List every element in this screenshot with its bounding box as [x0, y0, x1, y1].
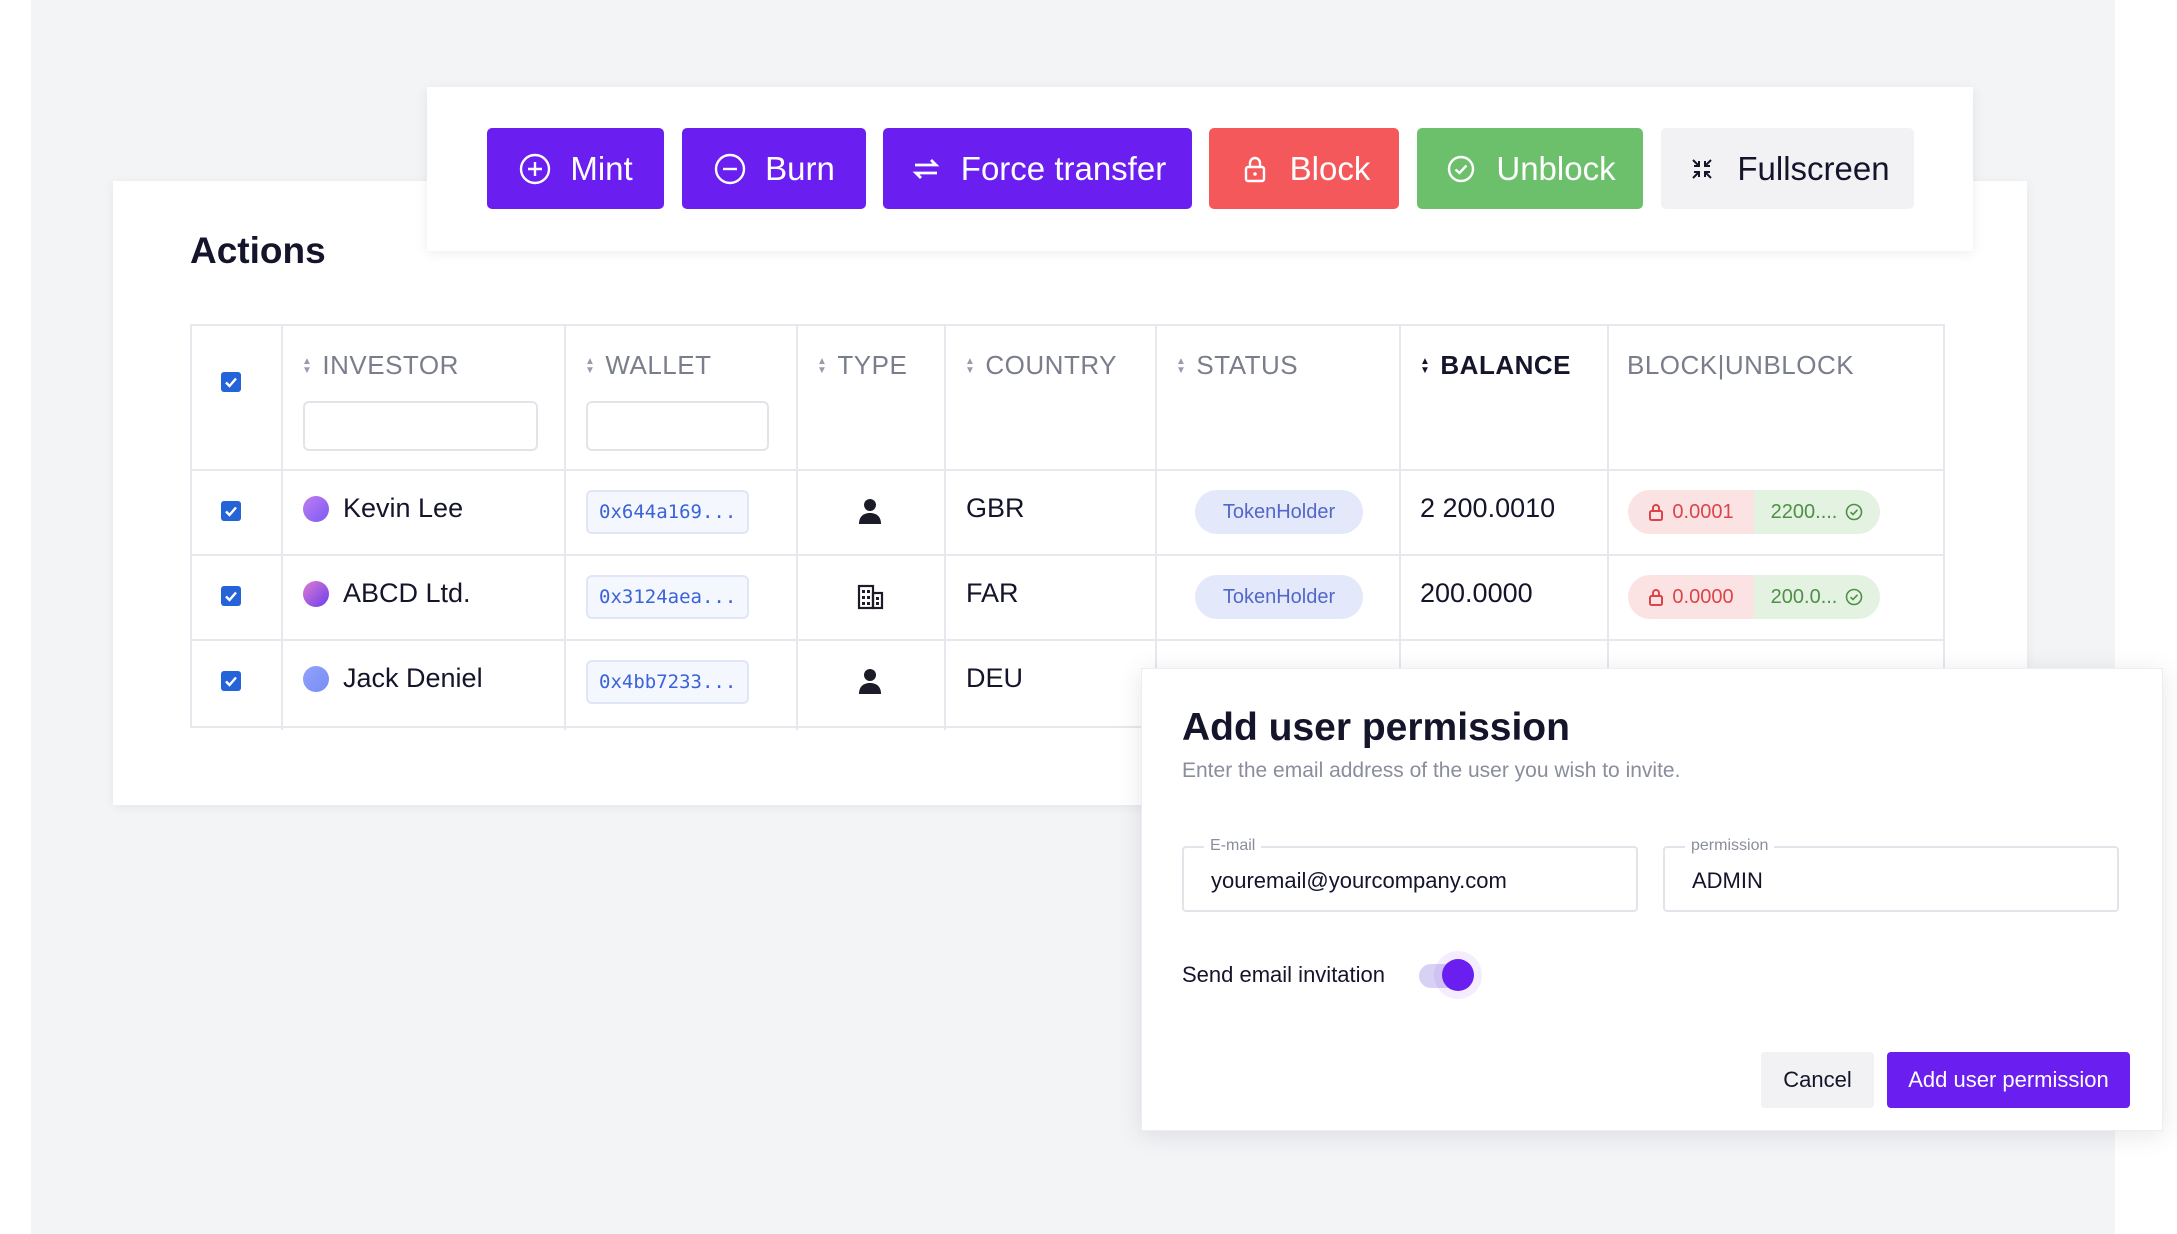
check-circle-icon [1846, 588, 1863, 606]
investor-cell[interactable]: Jack Deniel [303, 663, 483, 694]
lock-icon [1649, 504, 1664, 521]
sort-icon: ▲ ▼ [965, 355, 976, 376]
col-divider [944, 326, 946, 730]
col-divider [564, 326, 566, 730]
avatar [303, 580, 329, 607]
mint-button[interactable]: Mint [487, 128, 664, 209]
sort-icon: ▲ ▼ [1420, 355, 1431, 376]
collapse-arrows-icon [1692, 158, 1713, 179]
fullscreen-button[interactable]: Fullscreen [1661, 128, 1914, 209]
header-country[interactable]: ▲ ▼ COUNTRY [965, 350, 1117, 381]
header-type[interactable]: ▲ ▼ TYPE [817, 350, 907, 381]
force-transfer-button[interactable]: Force transfer [883, 128, 1192, 209]
wallet-chip[interactable]: 0x3124aea... [586, 575, 750, 619]
sort-icon: ▲ ▼ [817, 355, 828, 376]
status-badge: TokenHolder [1195, 575, 1363, 619]
row-divider [192, 639, 1943, 641]
row-divider [192, 554, 1943, 556]
row-checkbox[interactable] [221, 501, 241, 521]
email-label: E-mail [1204, 837, 1262, 855]
block-unblock-pill[interactable]: 0.0000 200.0... [1628, 575, 1880, 619]
add-user-permission-dialog: Add user permission Enter the email addr… [1141, 668, 2163, 1131]
lock-icon [1244, 156, 1265, 182]
wallet-filter-input[interactable] [586, 401, 769, 451]
permission-value[interactable]: ADMIN [1692, 868, 1763, 894]
email-value[interactable]: youremail@yourcompany.com [1211, 868, 1507, 894]
person-icon [859, 499, 881, 524]
unblock-button[interactable]: Unblock [1417, 128, 1643, 209]
wallet-chip[interactable]: 0x644a169... [586, 490, 750, 534]
blocked-amount[interactable]: 0.0001 [1628, 490, 1754, 534]
investor-cell[interactable]: ABCD Ltd. [303, 578, 471, 609]
col-divider [281, 326, 283, 730]
building-icon [857, 584, 884, 610]
unblocked-amount[interactable]: 200.0... [1754, 575, 1880, 619]
avatar [303, 495, 329, 522]
country-cell: GBR [966, 493, 1025, 523]
row-divider [192, 469, 1943, 471]
check-circle-icon [1448, 155, 1475, 182]
unblocked-amount[interactable]: 2200.... [1754, 490, 1880, 534]
status-badge: TokenHolder [1195, 490, 1363, 534]
cancel-button[interactable]: Cancel [1761, 1052, 1874, 1108]
check-circle-icon [1846, 503, 1863, 521]
sort-icon: ▲ ▼ [1176, 355, 1187, 376]
person-icon [859, 669, 881, 694]
blocked-amount[interactable]: 0.0000 [1628, 575, 1754, 619]
send-email-label: Send email invitation [1182, 962, 1386, 987]
minus-circle-icon [714, 153, 746, 184]
email-field[interactable]: E-mail youremail@yourcompany.com [1182, 837, 1638, 912]
header-investor[interactable]: ▲ ▼ INVESTOR [302, 350, 459, 381]
action-toolbar: Mint Burn Force transfer Block Unblock F… [427, 87, 1973, 251]
swap-arrows-icon [912, 158, 940, 179]
row-checkbox[interactable] [221, 671, 241, 691]
add-user-permission-button[interactable]: Add user permission [1887, 1052, 2130, 1108]
dialog-subtitle: Enter the email address of the user you … [1182, 759, 1681, 782]
header-balance[interactable]: ▲ ▼ BALANCE [1420, 350, 1571, 381]
select-all-checkbox[interactable] [221, 372, 241, 392]
country-cell: DEU [966, 663, 1024, 693]
permission-label: permission [1685, 837, 1775, 855]
permission-field[interactable]: permission ADMIN [1663, 837, 2119, 912]
lock-icon [1649, 589, 1664, 606]
avatar [303, 665, 329, 692]
sort-icon: ▲ ▼ [302, 355, 313, 376]
country-cell: FAR [966, 578, 1019, 608]
block-button[interactable]: Block [1209, 128, 1399, 209]
balance-cell: 200.0000 [1420, 578, 1533, 608]
actions-title: Actions [190, 230, 326, 271]
wallet-chip[interactable]: 0x4bb7233... [586, 660, 750, 704]
burn-button[interactable]: Burn [682, 128, 866, 209]
dialog-title: Add user permission [1182, 706, 1570, 749]
investor-filter-input[interactable] [303, 401, 538, 451]
balance-cell: 2 200.0010 [1420, 493, 1556, 523]
header-wallet[interactable]: ▲ ▼ WALLET [585, 350, 711, 381]
investor-cell[interactable]: Kevin Lee [303, 493, 463, 524]
plus-circle-icon [520, 153, 551, 184]
sort-icon: ▲ ▼ [585, 355, 596, 376]
col-divider [796, 326, 798, 730]
row-checkbox[interactable] [221, 586, 241, 606]
header-block-unblock: BLOCK|UNBLOCK [1627, 350, 1855, 380]
block-unblock-pill[interactable]: 0.0001 2200.... [1628, 490, 1880, 534]
header-status[interactable]: ▲ ▼ STATUS [1176, 350, 1298, 381]
toggle-knob[interactable] [1442, 959, 1474, 991]
send-email-toggle[interactable] [1419, 959, 1474, 991]
